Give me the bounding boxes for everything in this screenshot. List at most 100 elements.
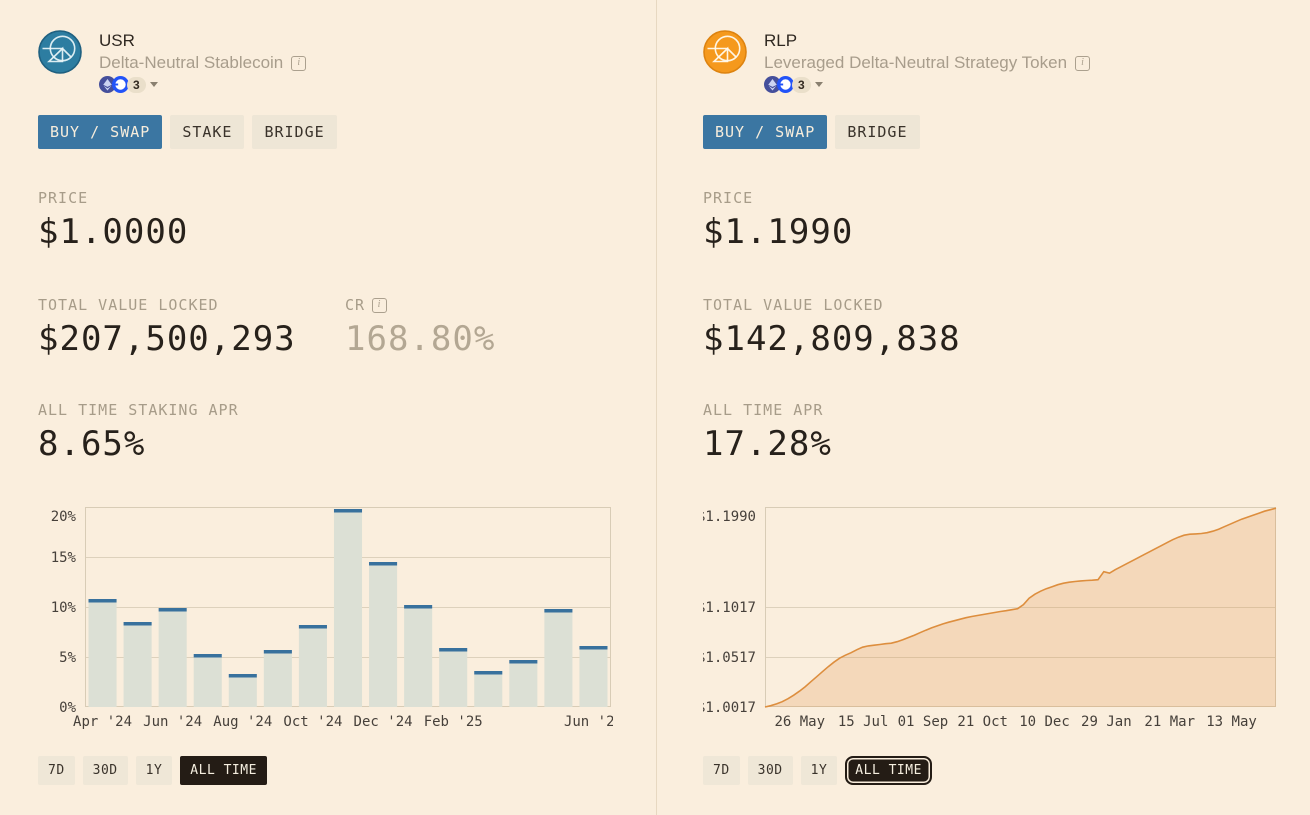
bar-chart-svg: 0%5%10%15%20%Apr '24Jun '24Aug '24Oct '2… bbox=[38, 507, 613, 737]
bridge-button[interactable]: BRIDGE bbox=[252, 115, 336, 149]
usr-price-stat: PRICE $1.0000 bbox=[38, 189, 656, 253]
apr-bar bbox=[369, 566, 397, 708]
range-30d[interactable]: 30D bbox=[83, 756, 128, 785]
tvl-value: $207,500,293 bbox=[38, 318, 345, 360]
bridge-button[interactable]: BRIDGE bbox=[835, 115, 919, 149]
token-subtitle: Delta-Neutral Stablecoin bbox=[99, 52, 283, 74]
apr-bar bbox=[264, 654, 292, 708]
svg-text:Jun '24: Jun '24 bbox=[143, 714, 202, 730]
svg-text:Oct '24: Oct '24 bbox=[283, 714, 342, 730]
price-label: PRICE bbox=[38, 189, 656, 207]
info-icon[interactable]: i bbox=[372, 298, 387, 313]
usr-actions: BUY / SWAPSTAKEBRIDGE bbox=[38, 115, 656, 149]
svg-text:21 Mar: 21 Mar bbox=[1144, 714, 1195, 730]
svg-text:26 May: 26 May bbox=[774, 714, 825, 730]
range-all-time[interactable]: ALL TIME bbox=[845, 756, 932, 785]
apr-bar bbox=[404, 609, 432, 708]
rlp-price-chart: $1.1990 $1.1017 $1.0517 $1.0017 26 May 15 Jul… bbox=[703, 507, 1278, 737]
usr-tvl-stat: TOTAL VALUE LOCKED $207,500,293 bbox=[38, 296, 345, 360]
apr-value: 17.28% bbox=[703, 423, 1310, 465]
price-value: $1.1990 bbox=[703, 211, 1310, 253]
rlp-tvl-row: TOTAL VALUE LOCKED $142,809,838 bbox=[703, 296, 1310, 360]
usr-tvl-row: TOTAL VALUE LOCKED $207,500,293 CR i 168… bbox=[38, 296, 656, 360]
range-30d[interactable]: 30D bbox=[748, 756, 793, 785]
svg-text:13 May: 13 May bbox=[1206, 714, 1257, 730]
chain-selector[interactable]: 3 bbox=[99, 76, 306, 93]
range-7d[interactable]: 7D bbox=[703, 756, 740, 785]
tvl-value: $142,809,838 bbox=[703, 318, 1010, 360]
svg-text:Jun '25: Jun '25 bbox=[564, 714, 613, 730]
apr-value: 8.65% bbox=[38, 423, 656, 465]
cr-label: CR bbox=[345, 296, 365, 314]
rlp-apr-stat: ALL TIME APR 17.28% bbox=[703, 401, 1310, 465]
usr-apr-stat: ALL TIME STAKING APR 8.65% bbox=[38, 401, 656, 465]
rlp-panel: RLP Leveraged Delta-Neutral Strategy Tok… bbox=[657, 0, 1310, 815]
rlp-range-selector: 7D 30D 1YALL TIME bbox=[703, 756, 1310, 785]
rlp-price-stat: PRICE $1.1990 bbox=[703, 189, 1310, 253]
apr-bar bbox=[544, 613, 572, 708]
svg-text:$1.1990: $1.1990 bbox=[703, 509, 756, 525]
price-value: $1.0000 bbox=[38, 211, 656, 253]
svg-text:20%: 20% bbox=[51, 509, 77, 525]
apr-bar bbox=[89, 603, 117, 708]
apr-bar bbox=[474, 675, 502, 708]
apr-bar bbox=[509, 664, 537, 708]
info-icon[interactable]: i bbox=[291, 56, 306, 71]
apr-bar bbox=[334, 513, 362, 708]
svg-text:Feb '25: Feb '25 bbox=[424, 714, 483, 730]
cr-value: 168.80% bbox=[345, 318, 495, 360]
tvl-label: TOTAL VALUE LOCKED bbox=[38, 296, 345, 314]
svg-text:5%: 5% bbox=[59, 650, 76, 666]
stake-button[interactable]: STAKE bbox=[170, 115, 244, 149]
usr-cr-stat: CR i 168.80% bbox=[345, 296, 495, 360]
svg-text:$1.0017: $1.0017 bbox=[703, 700, 756, 716]
token-name: USR bbox=[99, 30, 306, 52]
svg-text:29 Jan: 29 Jan bbox=[1081, 714, 1132, 730]
rlp-header: RLP Leveraged Delta-Neutral Strategy Tok… bbox=[703, 30, 1310, 93]
rlp-actions: BUY / SWAPBRIDGE bbox=[703, 115, 1310, 149]
chevron-down-icon bbox=[815, 82, 823, 87]
token-name: RLP bbox=[764, 30, 1090, 52]
usr-token-logo bbox=[38, 30, 82, 74]
svg-text:Apr '24: Apr '24 bbox=[73, 714, 132, 730]
chain-selector[interactable]: 3 bbox=[764, 76, 1090, 93]
usr-staking-apr-chart: 0%5%10%15%20%Apr '24Jun '24Aug '24Oct '2… bbox=[38, 507, 613, 737]
area-chart-svg: $1.1990 $1.1017 $1.0517 $1.0017 26 May 15 Jul… bbox=[703, 507, 1278, 737]
svg-text:Aug '24: Aug '24 bbox=[213, 714, 272, 730]
svg-text:10%: 10% bbox=[51, 600, 77, 616]
apr-label: ALL TIME STAKING APR bbox=[38, 401, 656, 419]
rlp-tvl-stat: TOTAL VALUE LOCKED $142,809,838 bbox=[703, 296, 1010, 360]
apr-bar bbox=[439, 652, 467, 708]
svg-text:15%: 15% bbox=[51, 550, 77, 566]
apr-bar bbox=[229, 678, 257, 708]
usr-panel: USR Delta-Neutral Stablecoin i 3 bbox=[0, 0, 657, 815]
range-1y[interactable]: 1Y bbox=[801, 756, 838, 785]
usr-header: USR Delta-Neutral Stablecoin i 3 bbox=[38, 30, 656, 93]
rlp-token-logo bbox=[703, 30, 747, 74]
svg-text:15 Jul: 15 Jul bbox=[838, 714, 889, 730]
price-label: PRICE bbox=[703, 189, 1310, 207]
buy-swap-button[interactable]: BUY / SWAP bbox=[703, 115, 827, 149]
range-all-time[interactable]: ALL TIME bbox=[180, 756, 267, 785]
chain-count-badge: 3 bbox=[127, 77, 146, 93]
range-1y[interactable]: 1Y bbox=[136, 756, 173, 785]
apr-bar bbox=[159, 612, 187, 708]
usr-range-selector: 7D 30D 1YALL TIME bbox=[38, 756, 656, 785]
info-icon[interactable]: i bbox=[1075, 56, 1090, 71]
token-subtitle: Leveraged Delta-Neutral Strategy Token bbox=[764, 52, 1067, 74]
svg-text:$1.1017: $1.1017 bbox=[703, 600, 756, 616]
chain-count-badge: 3 bbox=[792, 77, 811, 93]
range-7d[interactable]: 7D bbox=[38, 756, 75, 785]
apr-bar bbox=[194, 658, 222, 708]
svg-text:$1.0517: $1.0517 bbox=[703, 650, 756, 666]
svg-text:21 Oct: 21 Oct bbox=[957, 714, 1008, 730]
svg-text:Dec '24: Dec '24 bbox=[354, 714, 413, 730]
buy-swap-button[interactable]: BUY / SWAP bbox=[38, 115, 162, 149]
chevron-down-icon bbox=[150, 82, 158, 87]
tvl-label: TOTAL VALUE LOCKED bbox=[703, 296, 1010, 314]
apr-bar bbox=[299, 629, 327, 708]
apr-bar bbox=[579, 650, 607, 708]
apr-label: ALL TIME APR bbox=[703, 401, 1310, 419]
svg-text:10 Dec: 10 Dec bbox=[1019, 714, 1070, 730]
svg-text:01 Sep: 01 Sep bbox=[898, 714, 949, 730]
